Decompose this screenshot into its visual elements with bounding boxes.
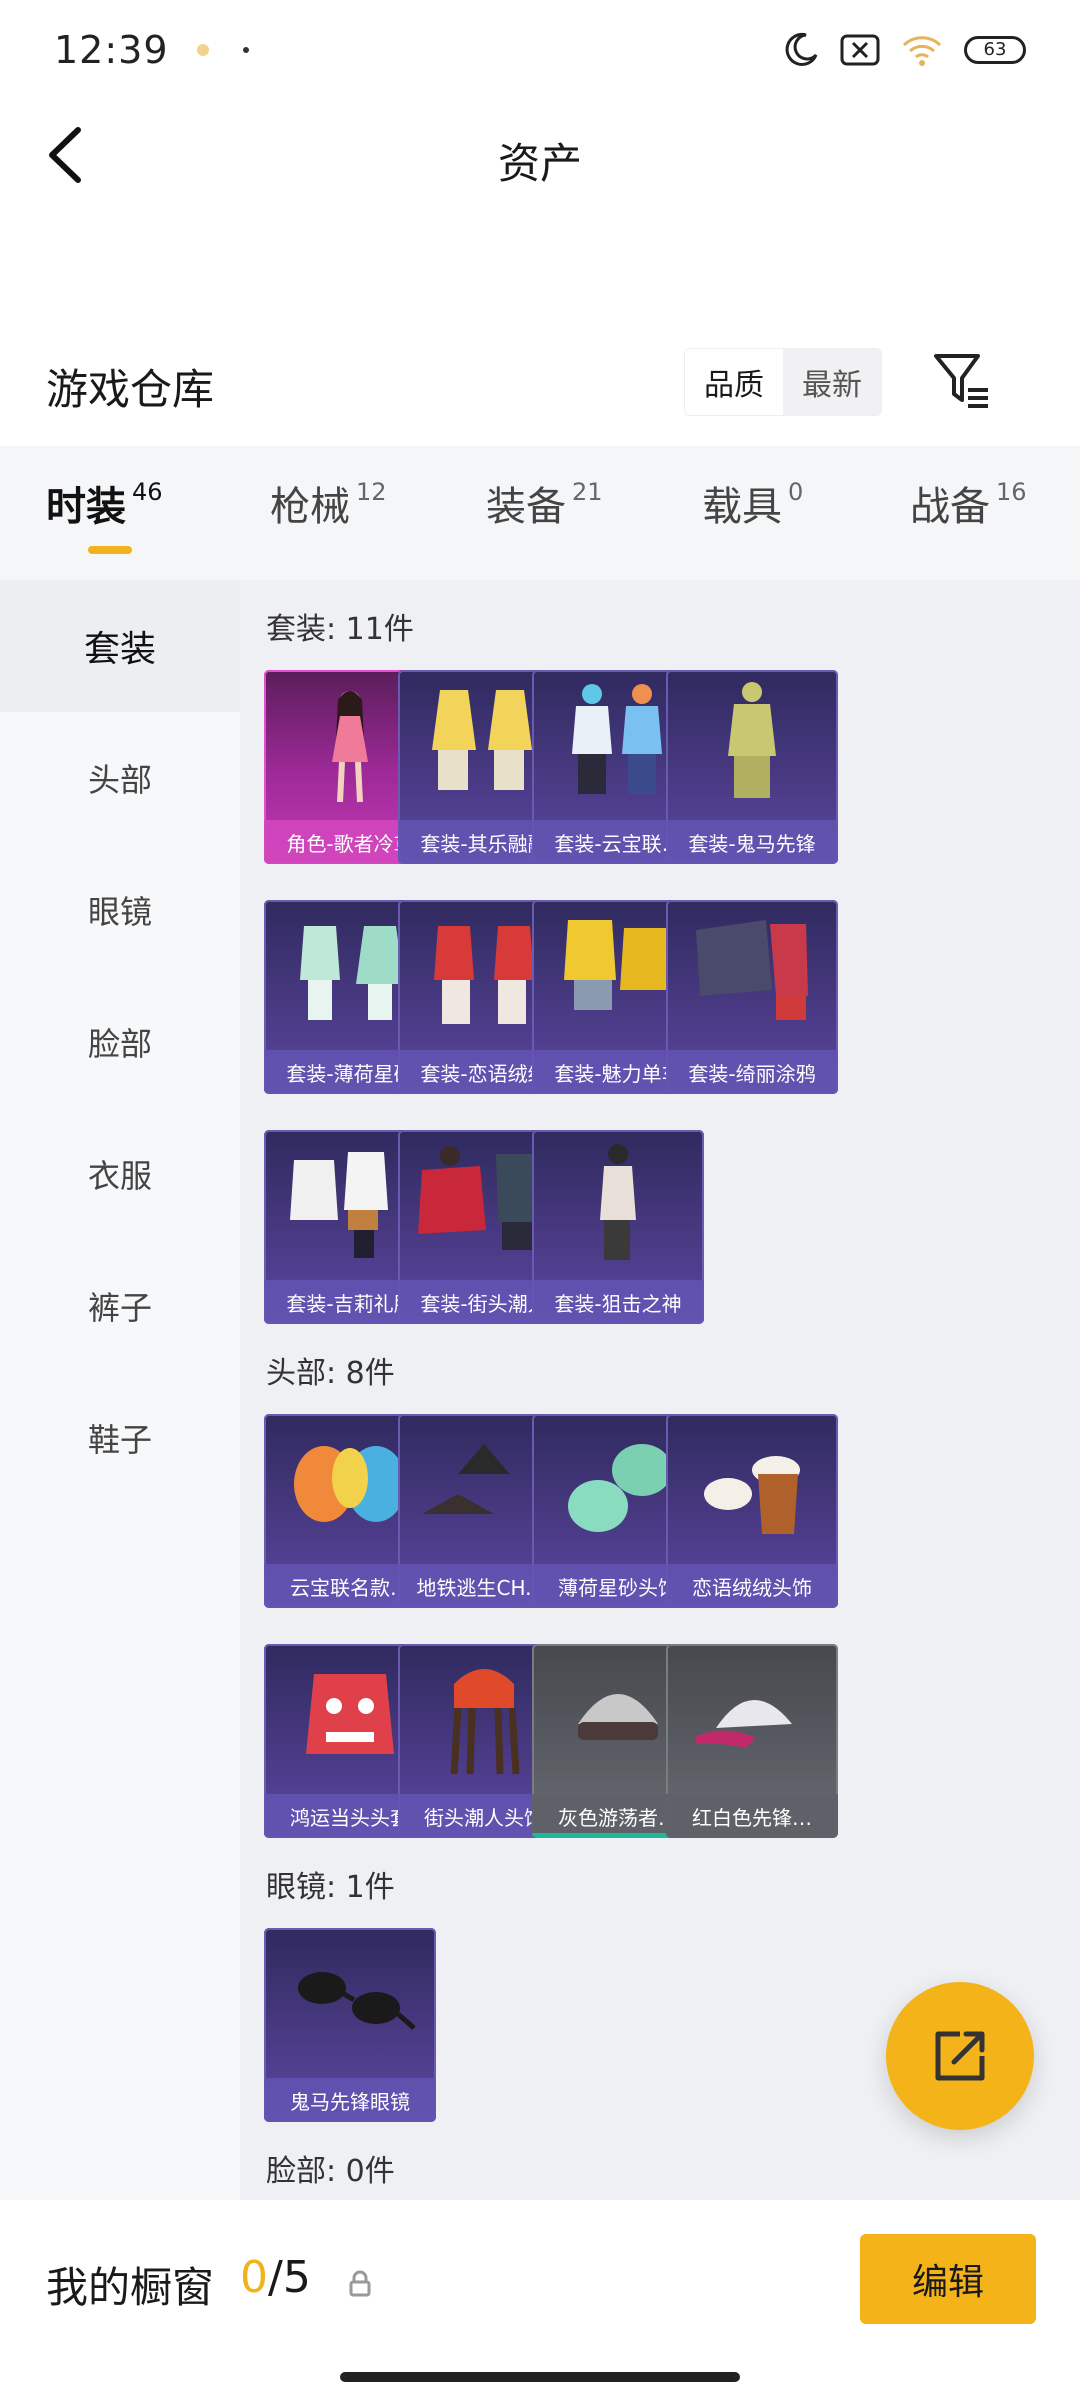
- sidebar-item-shoes[interactable]: 鞋子: [0, 1372, 240, 1504]
- tab-guns[interactable]: 枪械 12: [270, 474, 387, 532]
- sort-newest-button[interactable]: 最新: [783, 349, 881, 415]
- beret-hair-icon: [704, 1456, 800, 1534]
- item-name: 套装-鬼马先锋: [666, 820, 838, 864]
- item-name: 套装-狙击之神: [532, 1280, 704, 1324]
- sidebar-item-suits[interactable]: 套装: [0, 580, 240, 712]
- tab-count: 21: [572, 478, 603, 506]
- sidebar: 套装 头部 眼镜 脸部 衣服 裤子 鞋子: [0, 580, 240, 2200]
- item-name: 鬼马先锋眼镜: [264, 2078, 436, 2122]
- outfit-icon: [600, 1144, 636, 1260]
- tab-count: 12: [356, 478, 387, 506]
- tab-label: 时装: [46, 484, 126, 530]
- showcase-current: 0: [240, 2252, 268, 2303]
- active-tab-indicator: [88, 546, 132, 554]
- tab-label: 装备: [486, 484, 566, 530]
- sunglasses-icon: [298, 1972, 416, 2030]
- sidebar-item-pants[interactable]: 裤子: [0, 1240, 240, 1372]
- showcase-count: 0/5: [240, 2252, 311, 2303]
- lock-icon: [349, 2270, 371, 2297]
- item-name: 红白色先锋…: [666, 1794, 838, 1838]
- item-card[interactable]: 套装-绮丽涂鸦: [666, 900, 838, 1094]
- item-card[interactable]: 鬼马先锋眼镜: [264, 1928, 436, 2122]
- notification-dot-icon: [196, 44, 209, 56]
- page-title: 资产: [497, 139, 582, 188]
- battery-indicator: 63: [964, 36, 1026, 64]
- tab-count: 16: [996, 478, 1027, 506]
- item-card[interactable]: 套装-鬼马先锋: [666, 670, 838, 864]
- tab-vehicles[interactable]: 载具 0: [702, 474, 803, 532]
- item-name: 套装-绮丽涂鸦: [666, 1050, 838, 1094]
- tab-fashion[interactable]: 时装 46: [46, 474, 163, 532]
- showcase-bar: 我的橱窗 0/5 编辑: [0, 2204, 1080, 2400]
- group-label-suits: 套装: 11件: [266, 612, 414, 647]
- sidebar-item-glasses[interactable]: 眼镜: [0, 844, 240, 976]
- tab-equipment[interactable]: 装备 21: [486, 474, 603, 532]
- home-indicator[interactable]: [340, 2372, 740, 2382]
- tab-label: 枪械: [270, 484, 350, 530]
- filter-button[interactable]: [932, 350, 992, 412]
- group-label-head: 头部: 8件: [266, 1356, 395, 1391]
- item-card[interactable]: 套装-狙击之神: [532, 1130, 704, 1324]
- notification-dot-icon: [242, 47, 249, 53]
- sidebar-item-face[interactable]: 脸部: [0, 976, 240, 1108]
- sidebar-item-head[interactable]: 头部: [0, 712, 240, 844]
- showcase-separator: /: [268, 2252, 283, 2303]
- tab-count: 0: [788, 478, 804, 506]
- warehouse-title: 游戏仓库: [46, 365, 215, 414]
- filter-icon: [934, 354, 988, 408]
- baseball-cap-icon: [696, 1699, 792, 1748]
- group-label-glasses: 眼镜: 1件: [266, 1870, 395, 1905]
- wifi-icon: [900, 33, 944, 67]
- sidebar-item-clothes[interactable]: 衣服: [0, 1108, 240, 1240]
- edit-button[interactable]: 编辑: [860, 2234, 1036, 2324]
- status-bar: 12:39 63: [0, 0, 1080, 100]
- showcase-max: 5: [282, 2252, 311, 2303]
- tab-count: 46: [132, 478, 163, 506]
- status-time: 12:39: [54, 28, 169, 72]
- warehouse-header: 游戏仓库 品质 最新: [0, 320, 1080, 440]
- share-button[interactable]: [886, 1982, 1034, 2130]
- sort-quality-button[interactable]: 品质: [685, 349, 783, 415]
- item-card[interactable]: 红白色先锋…: [666, 1644, 838, 1838]
- header: 资产: [0, 100, 1080, 210]
- outfit-icon: [696, 920, 808, 1020]
- group-label-face: 脸部: 0件: [266, 2154, 395, 2189]
- tab-label: 战备: [910, 484, 990, 530]
- showcase-title: 我的橱窗: [46, 2263, 215, 2312]
- tab-label: 载具: [702, 484, 782, 530]
- category-tabs: 时装 46 枪械 12 装备 21 载具 0 战备 16: [0, 446, 1080, 580]
- outfit-icon: [728, 682, 776, 798]
- item-name: 恋语绒绒头饰: [666, 1564, 838, 1608]
- sort-toggle: 品质 最新: [684, 348, 882, 416]
- item-card[interactable]: 恋语绒绒头饰: [666, 1414, 838, 1608]
- item-grid: 套装: 11件 角色-歌者冷鸢 套装-其乐融融 套装-云宝联… 套装-鬼马先锋: [240, 580, 1080, 2200]
- external-link-icon: [935, 2031, 985, 2081]
- status-icons: 63: [782, 31, 1026, 69]
- sim-off-icon: [840, 33, 880, 67]
- moon-icon: [782, 31, 820, 69]
- tab-supplies[interactable]: 战备 16: [910, 474, 1027, 532]
